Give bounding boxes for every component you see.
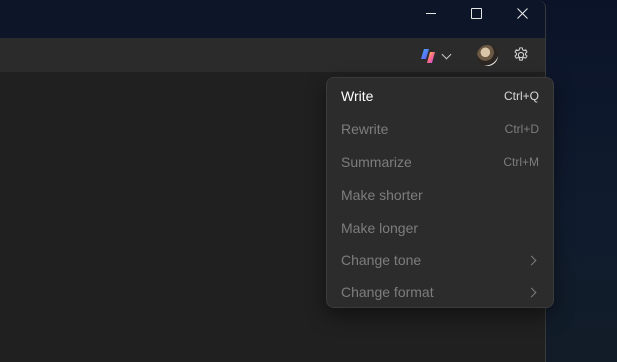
menu-item-summarize[interactable]: Summarize Ctrl+M xyxy=(331,147,549,177)
close-button[interactable] xyxy=(499,0,545,26)
menu-item-shortcut: Ctrl+Q xyxy=(503,89,539,103)
menu-item-label: Make longer xyxy=(341,220,419,236)
chevron-right-icon xyxy=(526,255,537,265)
menu-item-label: Change format xyxy=(341,284,434,300)
menu-item-shortcut: Ctrl+M xyxy=(503,155,539,169)
minimize-button[interactable] xyxy=(408,0,454,26)
avatar[interactable] xyxy=(477,45,498,66)
menu-item-label: Make shorter xyxy=(341,187,423,203)
copilot-button[interactable] xyxy=(419,46,459,66)
desktop-wallpaper xyxy=(546,0,617,362)
copilot-menu: Write Ctrl+Q Rewrite Ctrl+D Summarize Ct… xyxy=(326,77,554,308)
menu-item-make-longer[interactable]: Make longer xyxy=(331,213,549,243)
menu-item-write[interactable]: Write Ctrl+Q xyxy=(331,81,549,111)
title-bar xyxy=(0,0,545,38)
menu-item-change-format[interactable]: Change format xyxy=(331,277,549,307)
menu-item-change-tone[interactable]: Change tone xyxy=(331,245,549,275)
menu-item-label: Change tone xyxy=(341,252,422,268)
menu-item-make-shorter[interactable]: Make shorter xyxy=(331,180,549,210)
menu-item-label: Summarize xyxy=(341,154,412,170)
minimize-icon xyxy=(426,13,436,14)
menu-item-label: Write xyxy=(341,88,374,104)
menu-item-shortcut: Ctrl+D xyxy=(504,122,539,136)
menu-item-label: Rewrite xyxy=(341,121,389,137)
close-icon xyxy=(516,7,528,19)
maximize-button[interactable] xyxy=(453,0,499,26)
copilot-icon xyxy=(421,49,435,63)
toolbar xyxy=(0,38,545,73)
menu-item-rewrite[interactable]: Rewrite Ctrl+D xyxy=(331,114,549,144)
chevron-right-icon xyxy=(526,287,537,297)
maximize-icon xyxy=(470,7,482,19)
gear-icon[interactable] xyxy=(512,46,530,64)
chevron-down-icon[interactable] xyxy=(441,49,452,59)
